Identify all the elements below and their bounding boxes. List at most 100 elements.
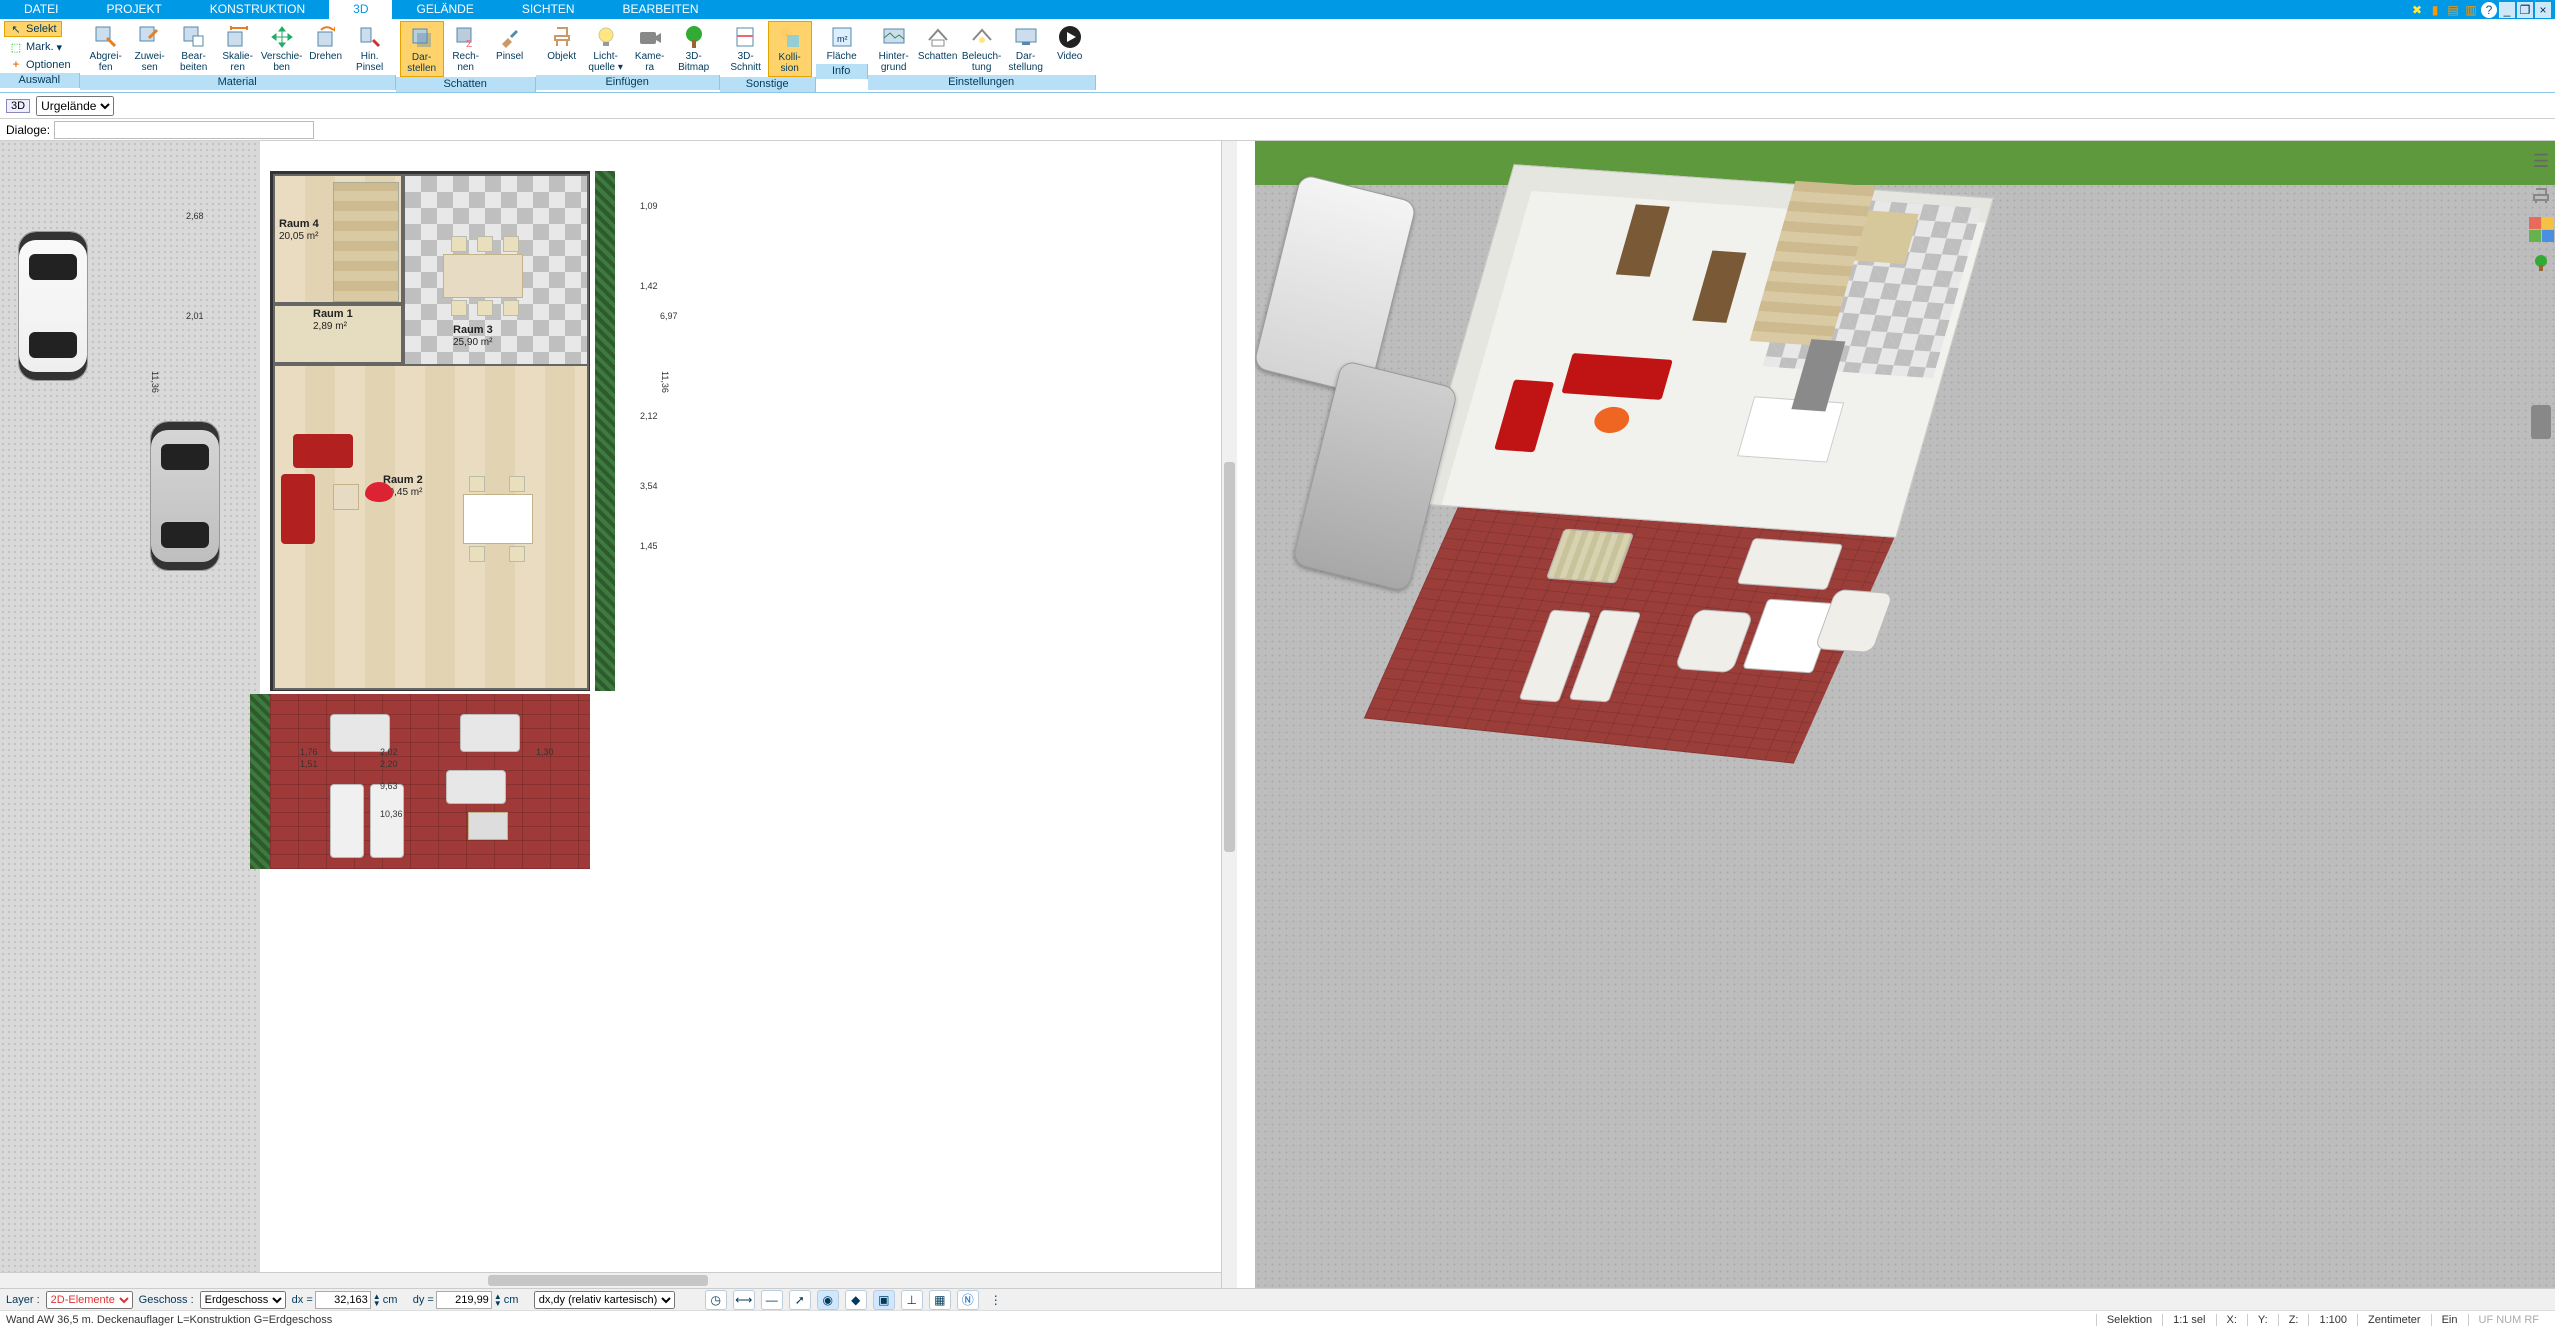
tool-schatten-settings[interactable]: Schatten: [916, 21, 960, 64]
scroll-thumb[interactable]: [488, 1275, 708, 1286]
tools-icon[interactable]: ✖: [2409, 2, 2425, 18]
menu-projekt[interactable]: PROJEKT: [82, 0, 185, 19]
scroll-thumb[interactable]: [1224, 462, 1235, 852]
house-light-icon: [966, 23, 998, 51]
tool-skalieren[interactable]: Skalie- ren: [216, 21, 260, 75]
menu-konstruktion[interactable]: KONSTRUKTION: [186, 0, 329, 19]
dialoge-label: Dialoge:: [6, 123, 50, 137]
view-mode-badge: 3D: [6, 99, 30, 113]
view3d-canvas[interactable]: [1255, 141, 2555, 1288]
chair: [503, 236, 519, 252]
tool-kamera[interactable]: Kame- ra: [628, 21, 672, 75]
dy-input[interactable]: [436, 1291, 492, 1309]
menu-gelaende[interactable]: GELÄNDE: [392, 0, 497, 19]
door-3d: [1615, 204, 1669, 276]
tool-pinsel[interactable]: Pinsel: [488, 21, 532, 64]
ribbon-group-material: Abgrei- fen Zuwei- sen Bear- beiten Skal…: [80, 19, 396, 92]
snap-endpoint-icon[interactable]: ◆: [845, 1290, 867, 1310]
clock-icon[interactable]: ◷: [705, 1290, 727, 1310]
spinner-icon[interactable]: ▲▼: [373, 1293, 381, 1307]
coord-mode-select[interactable]: dx,dy (relativ kartesisch): [534, 1291, 675, 1309]
clipboard-icon[interactable]: ▮: [2427, 2, 2443, 18]
scrollbar-vertical[interactable]: [1221, 141, 1237, 1288]
menu-bearbeiten[interactable]: BEARBEITEN: [599, 0, 723, 19]
room-2: [273, 364, 589, 690]
eyedropper-icon: [90, 23, 122, 51]
window-minimize-icon[interactable]: _: [2499, 2, 2515, 18]
tool-3dschnitt[interactable]: 3D- Schnitt: [724, 21, 768, 75]
layers-icon[interactable]: ▤: [2445, 2, 2461, 18]
drawer-handle-icon[interactable]: [2531, 405, 2551, 439]
dims-toggle-icon[interactable]: ⟷: [733, 1290, 755, 1310]
terrain-select[interactable]: Urgelände: [36, 96, 114, 116]
tool-video[interactable]: Video: [1048, 21, 1092, 64]
dim: 1,51: [300, 759, 318, 769]
line-style-icon[interactable]: ―: [761, 1290, 783, 1310]
color-palette[interactable]: [2529, 217, 2553, 241]
window-restore-icon[interactable]: ❐: [2517, 2, 2533, 18]
dim: 11,36: [660, 371, 670, 393]
snap-perp-icon[interactable]: ⊥: [901, 1290, 923, 1310]
chair: [469, 476, 485, 492]
armchair-icon[interactable]: [2529, 183, 2553, 207]
optionen-button[interactable]: + Optionen: [4, 57, 76, 73]
tool-beleuchtung[interactable]: Beleuch- tung: [960, 21, 1004, 75]
help-icon[interactable]: ?: [2481, 2, 2497, 18]
sofa-2: [281, 474, 315, 544]
spinner-icon[interactable]: ▲▼: [494, 1293, 502, 1307]
tool-bearbeiten[interactable]: Bear- beiten: [172, 21, 216, 75]
ribbon-group-auswahl: ↖ Selekt ⬚ Mark. ▾ + Optionen Auswahl: [0, 19, 80, 92]
geschoss-label: Geschoss :: [139, 1294, 194, 1306]
tool-hintergrund[interactable]: Hinter- grund: [872, 21, 916, 75]
ribbon: ↖ Selekt ⬚ Mark. ▾ + Optionen Auswahl Ab…: [0, 19, 2555, 93]
tree-tool-icon[interactable]: [2529, 251, 2553, 275]
arrow-icon[interactable]: ➚: [789, 1290, 811, 1310]
ribbon-group-sonstige: 3D- Schnitt Kolli- sion Sonstige: [720, 19, 816, 92]
ribbon-label-einfuegen: Einfügen: [536, 75, 720, 90]
mark-button[interactable]: ⬚ Mark. ▾: [4, 39, 67, 55]
tool-zuweisen[interactable]: Zuwei- sen: [128, 21, 172, 75]
pane-2d[interactable]: Raum 420,05 m² Raum 12,89 m² Raum 325,90…: [0, 141, 1237, 1288]
tool-darstellung[interactable]: Dar- stellung: [1004, 21, 1048, 75]
layers-stack-icon[interactable]: ☰: [2529, 149, 2553, 173]
floorplan-canvas[interactable]: Raum 420,05 m² Raum 12,89 m² Raum 325,90…: [0, 141, 1221, 1272]
room1-label: Raum 12,89 m²: [313, 308, 353, 332]
selekt-button[interactable]: ↖ Selekt: [4, 21, 62, 37]
menu-sichten[interactable]: SICHTEN: [498, 0, 599, 19]
snap-mid-icon[interactable]: ▣: [873, 1290, 895, 1310]
dx-label: dx =: [292, 1294, 313, 1306]
tool-hinpinsel[interactable]: Hin. Pinsel: [348, 21, 392, 75]
tool-abgreifen[interactable]: Abgrei- fen: [84, 21, 128, 75]
tool-verschieben[interactable]: Verschie- ben: [260, 21, 304, 75]
info-dots-icon[interactable]: ⋮: [985, 1290, 1007, 1310]
patio-table: [468, 812, 508, 840]
grass-strip: [1255, 141, 2555, 185]
dining-table: [463, 494, 533, 544]
north-icon[interactable]: Ⓝ: [957, 1290, 979, 1310]
scrollbar-horizontal[interactable]: [0, 1272, 1221, 1288]
tool-drehen[interactable]: Drehen: [304, 21, 348, 64]
tool-flaeche[interactable]: m²Fläche: [820, 21, 864, 64]
book-icon[interactable]: ▥: [2463, 2, 2479, 18]
dim: 1,45: [640, 541, 658, 551]
dx-input[interactable]: [315, 1291, 371, 1309]
splitter[interactable]: [1237, 141, 1243, 1288]
view-subbar: 3D Urgelände: [0, 93, 2555, 119]
menu-datei[interactable]: DATEI: [0, 0, 82, 19]
tool-darstellen[interactable]: Dar- stellen: [400, 21, 444, 77]
snap-blob-icon[interactable]: ◉: [817, 1290, 839, 1310]
assign-icon: [134, 23, 166, 51]
menu-3d[interactable]: 3D: [329, 0, 392, 19]
dialoge-input[interactable]: [54, 121, 314, 139]
tool-lichtquelle[interactable]: Licht- quelle ▾: [584, 21, 628, 75]
tool-rechnen[interactable]: ΣRech- nen: [444, 21, 488, 75]
window-close-icon[interactable]: ×: [2535, 2, 2551, 18]
tool-kollision[interactable]: Kolli- sion: [768, 21, 812, 77]
tool-3dbitmap[interactable]: 3D- Bitmap: [672, 21, 716, 75]
grid-icon[interactable]: ▦: [929, 1290, 951, 1310]
pane-3d[interactable]: ☰: [1255, 141, 2555, 1288]
geschoss-select[interactable]: Erdgeschoss: [200, 1291, 286, 1309]
tool-objekt[interactable]: Objekt: [540, 21, 584, 64]
status-y: Y:: [2247, 1314, 2278, 1326]
layer-select[interactable]: 2D-Elemente: [46, 1291, 133, 1309]
